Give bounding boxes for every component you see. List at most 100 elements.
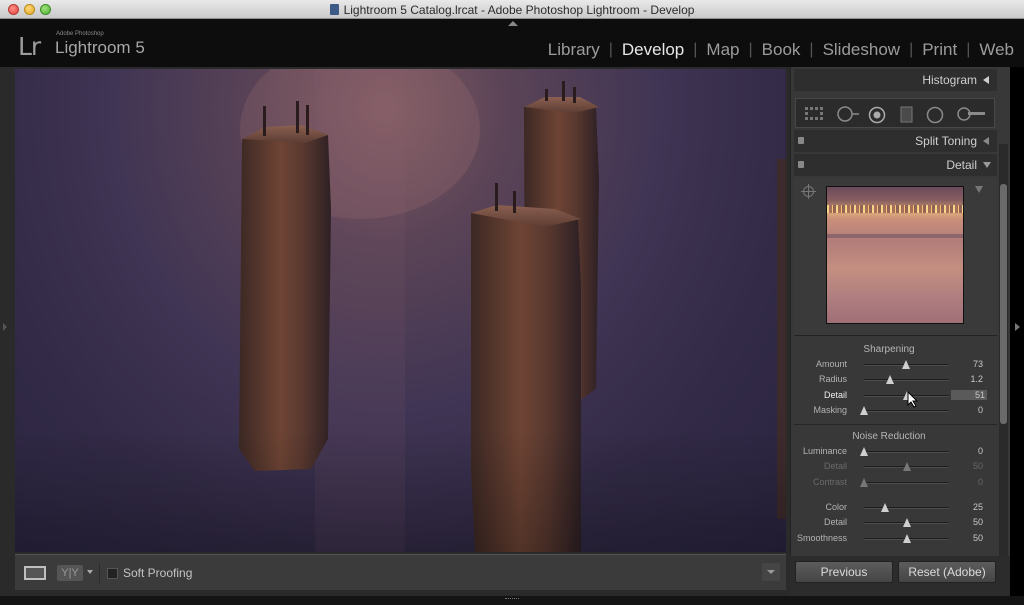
toolbar-divider bbox=[99, 563, 100, 583]
slider-row-luminance[interactable]: Luminance 0 bbox=[794, 444, 997, 459]
photo-pilings-image bbox=[15, 69, 786, 552]
previous-button[interactable]: Previous bbox=[795, 561, 893, 583]
module-library[interactable]: Library bbox=[548, 40, 600, 60]
slider-value[interactable]: 25 bbox=[973, 502, 983, 512]
slider-row-masking[interactable]: Masking 0 bbox=[794, 403, 997, 418]
window-title-bar: Lightroom 5 Catalog.lrcat - Adobe Photos… bbox=[0, 0, 1024, 19]
slider-track bbox=[864, 462, 949, 472]
panel-switch-icon[interactable] bbox=[798, 137, 804, 144]
expanded-triangle-icon bbox=[983, 162, 991, 168]
slider-thumb[interactable] bbox=[860, 405, 868, 415]
before-after-dropdown-icon[interactable] bbox=[87, 570, 93, 574]
adjustment-brush-tool-icon[interactable] bbox=[956, 106, 986, 122]
image-view-area: Y|Y Soft Proofing bbox=[0, 67, 790, 596]
collapse-top-panel-icon[interactable] bbox=[508, 21, 518, 26]
before-after-button[interactable]: Y|Y bbox=[57, 565, 83, 581]
module-book[interactable]: Book bbox=[762, 40, 801, 60]
slider-value[interactable]: 50 bbox=[973, 533, 983, 543]
filmstrip-toggle-icon[interactable] bbox=[505, 598, 519, 603]
slider-row-detail[interactable]: Detail 50 bbox=[794, 515, 997, 530]
module-separator: | bbox=[809, 41, 814, 58]
split-toning-label: Split Toning bbox=[915, 134, 977, 148]
brand-name: Lightroom 5 bbox=[55, 38, 145, 57]
module-web[interactable]: Web bbox=[979, 40, 1014, 60]
crop-overlay-tool-icon[interactable] bbox=[804, 106, 824, 122]
slider-row-smoothness[interactable]: Smoothness 50 bbox=[794, 531, 997, 546]
loupe-view-button[interactable] bbox=[24, 566, 46, 580]
left-panel-toggle-icon[interactable] bbox=[3, 323, 7, 331]
slider-row-radius[interactable]: Radius 1.2 bbox=[794, 372, 997, 387]
preview-city-lights bbox=[827, 205, 963, 213]
slider-track[interactable] bbox=[864, 502, 949, 512]
slider-row-detail[interactable]: Detail 51 bbox=[794, 388, 997, 403]
slider-value[interactable]: 50 bbox=[973, 517, 983, 527]
scrollbar-thumb[interactable] bbox=[1000, 184, 1007, 424]
slider-value: 0 bbox=[977, 476, 983, 487]
slider-track[interactable] bbox=[864, 360, 949, 369]
graduated-filter-tool-icon[interactable] bbox=[900, 106, 914, 124]
window-title-text: Lightroom 5 Catalog.lrcat - Adobe Photos… bbox=[343, 3, 695, 17]
module-map[interactable]: Map bbox=[706, 40, 739, 60]
preview-water-band bbox=[827, 234, 963, 238]
histogram-label: Histogram bbox=[922, 73, 977, 87]
slider-track[interactable] bbox=[864, 375, 949, 385]
soft-proofing-checkbox[interactable] bbox=[107, 568, 118, 579]
module-print[interactable]: Print bbox=[922, 40, 957, 60]
slider-value[interactable]: 0 bbox=[978, 446, 983, 456]
reset-button[interactable]: Reset (Adobe) bbox=[898, 561, 996, 583]
slider-label: Smoothness bbox=[796, 532, 847, 543]
slider-label: Detail bbox=[823, 517, 847, 528]
slider-label: Radius bbox=[818, 374, 847, 385]
right-panel-scrollbar[interactable] bbox=[999, 144, 1008, 596]
slider-track[interactable] bbox=[860, 405, 949, 415]
spot-removal-tool-icon[interactable] bbox=[836, 106, 860, 122]
module-separator: | bbox=[693, 41, 698, 58]
slider-value[interactable]: 0 bbox=[978, 405, 983, 415]
slider-thumb[interactable] bbox=[902, 533, 911, 543]
slider-track[interactable] bbox=[864, 518, 949, 528]
slider-track bbox=[860, 477, 949, 487]
histogram-panel-header[interactable]: Histogram bbox=[794, 69, 997, 91]
collapse-triangle-icon bbox=[983, 137, 989, 145]
slider-label: Detail bbox=[823, 461, 847, 472]
section-divider bbox=[794, 424, 997, 425]
slider-value[interactable]: 51 bbox=[951, 389, 987, 400]
photo-canvas[interactable] bbox=[15, 69, 786, 552]
slider-thumb[interactable] bbox=[902, 518, 911, 528]
slider-label: Masking bbox=[813, 404, 847, 415]
detail-preview-area bbox=[794, 178, 997, 336]
right-panel-toggle-icon[interactable] bbox=[1015, 323, 1020, 331]
module-picker: Library | Develop | Map | Book | Slidesh… bbox=[548, 40, 1014, 60]
slider-value[interactable]: 73 bbox=[973, 359, 983, 369]
slider-label: Contrast bbox=[812, 476, 847, 487]
toolbar-content-dropdown[interactable] bbox=[762, 563, 780, 581]
slider-row-amount[interactable]: Amount 73 bbox=[794, 357, 997, 372]
radial-filter-tool-icon[interactable] bbox=[926, 106, 944, 124]
slider-track[interactable] bbox=[864, 533, 949, 543]
module-separator: | bbox=[608, 41, 613, 58]
slider-thumb[interactable] bbox=[885, 375, 894, 385]
slider-thumb[interactable] bbox=[860, 447, 868, 456]
slider-thumb[interactable] bbox=[901, 360, 910, 369]
module-separator: | bbox=[909, 41, 914, 58]
right-panel: Histogram Split Toning Detail Sharpening… bbox=[790, 67, 1010, 596]
target-crosshair-icon[interactable] bbox=[801, 184, 816, 199]
detail-preview-image[interactable] bbox=[826, 186, 964, 324]
mouse-cursor-icon bbox=[907, 391, 919, 408]
detail-panel-header[interactable]: Detail bbox=[794, 154, 997, 176]
module-develop[interactable]: Develop bbox=[622, 40, 684, 60]
panel-switch-icon[interactable] bbox=[798, 161, 804, 168]
preview-toggle-icon[interactable] bbox=[975, 186, 983, 193]
lightroom-logo: Lr bbox=[18, 32, 41, 61]
slider-track[interactable] bbox=[860, 447, 949, 456]
slider-row-color[interactable]: Color 25 bbox=[794, 500, 997, 515]
slider-thumb[interactable] bbox=[881, 502, 890, 512]
slider-thumb bbox=[902, 462, 911, 472]
red-eye-tool-icon[interactable] bbox=[868, 106, 886, 124]
slider-value[interactable]: 1.2 bbox=[970, 374, 983, 384]
brand-small-text: Adobe Photoshop bbox=[56, 31, 104, 37]
split-toning-panel-header[interactable]: Split Toning bbox=[794, 130, 997, 152]
module-separator: | bbox=[966, 41, 971, 58]
soft-proofing-label[interactable]: Soft Proofing bbox=[123, 566, 192, 580]
module-slideshow[interactable]: Slideshow bbox=[823, 40, 901, 60]
